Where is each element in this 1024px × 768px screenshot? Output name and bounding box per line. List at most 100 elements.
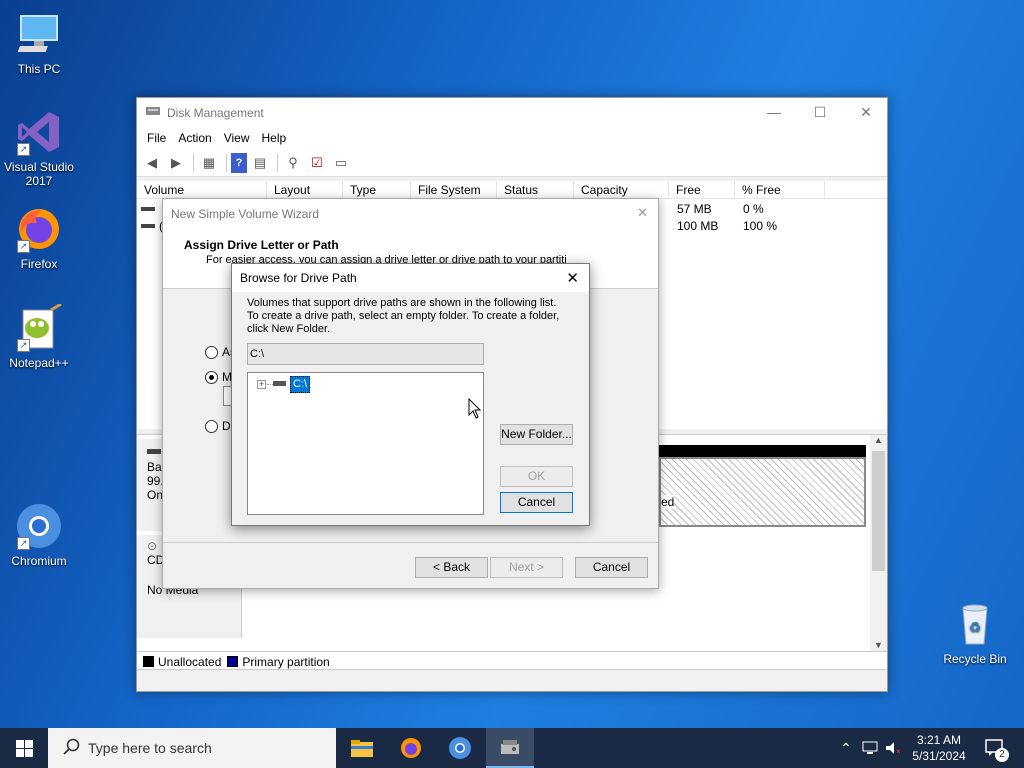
check-icon[interactable]: ☑ [306, 153, 328, 173]
taskbar-search-box[interactable]: Type here to search [48, 728, 336, 768]
new-folder-button[interactable]: New Folder... [500, 424, 573, 445]
shortcut-arrow-icon: ↗ [17, 143, 30, 156]
primary-partition-swatch [227, 656, 239, 667]
visual-studio-icon: ↗ [15, 108, 63, 156]
column-free-space[interactable]: Free Spa... [669, 181, 735, 215]
tray-overflow-chevron-icon[interactable]: ⌃ [836, 728, 856, 768]
notepadpp-icon: ↗ [15, 302, 63, 352]
search-icon [62, 738, 80, 759]
column-type[interactable]: Type [343, 181, 411, 198]
clock-date: 5/31/2024 [912, 749, 966, 763]
legend: Unallocated Primary partition [137, 651, 887, 671]
connect-icon[interactable]: ⚲ [282, 153, 304, 173]
browse-drive-path-dialog: Browse for Drive Path ✕ Volumes that sup… [231, 263, 590, 526]
folder-tree[interactable]: + C:\ [247, 372, 484, 515]
menu-view[interactable]: View [218, 131, 256, 145]
notification-badge: 2 [995, 748, 1009, 762]
back-button[interactable]: < Back [415, 557, 488, 578]
next-button[interactable]: Next > [490, 557, 563, 578]
action-center-button[interactable]: 2 [978, 728, 1012, 768]
description-line: To create a drive path, select an empty … [247, 310, 560, 322]
selected-path-field: C:\ [247, 343, 484, 365]
tree-item-c-drive[interactable]: C:\ [290, 376, 311, 393]
shortcut-arrow-icon: ↗ [17, 537, 30, 550]
clock[interactable]: 3:21 AM 5/31/2024 [907, 728, 971, 768]
menu-action[interactable]: Action [172, 131, 217, 145]
disk-icon [147, 449, 161, 454]
properties-icon[interactable]: ▦ [198, 153, 220, 173]
partition-block[interactable]: ed [659, 457, 866, 527]
maximize-button[interactable]: ☐ [797, 98, 843, 127]
mouse-cursor [468, 397, 482, 423]
desktop-icon-label: Chromium [11, 554, 67, 568]
volume-muted-icon[interactable]: × [883, 728, 905, 768]
disk-management-icon [501, 740, 519, 754]
firefox-icon: ↗ [15, 205, 63, 253]
list-icon[interactable]: ▭ [330, 153, 352, 173]
desktop-icon-visual-studio[interactable]: ↗ Visual Studio 2017 [1, 108, 77, 188]
column-percent-free[interactable]: % Free [735, 181, 825, 198]
desktop-icon-notepadpp[interactable]: ↗ Notepad++ [1, 302, 77, 370]
minimize-button[interactable]: — [751, 98, 797, 127]
start-button[interactable] [0, 728, 48, 768]
legend-primary-partition: Primary partition [242, 654, 330, 669]
taskbar-file-explorer[interactable] [338, 728, 386, 768]
column-volume[interactable]: Volume [137, 181, 267, 198]
browse-close-icon[interactable]: ✕ [566, 269, 579, 287]
svg-text:♻: ♻ [969, 619, 982, 635]
browse-cancel-button[interactable]: Cancel [500, 492, 573, 513]
desktop-icon-firefox[interactable]: ↗ Firefox [1, 205, 77, 271]
wizard-close-icon[interactable]: ✕ [637, 205, 648, 221]
close-button[interactable]: ✕ [843, 98, 889, 127]
shortcut-arrow-icon: ↗ [17, 339, 30, 352]
chromium-icon [449, 737, 471, 759]
taskbar-chromium[interactable] [436, 728, 484, 768]
column-status[interactable]: Status [497, 181, 574, 198]
taskbar-disk-management[interactable] [486, 728, 534, 768]
scroll-down-icon[interactable]: ▼ [870, 640, 887, 650]
view-icon[interactable]: ▤ [249, 153, 271, 173]
menu-bar: File Action View Help [137, 127, 887, 149]
percent-free-cell: 100 % [743, 219, 778, 233]
taskbar-firefox[interactable] [387, 728, 435, 768]
vertical-scrollbar[interactable]: ▲ ▼ [870, 435, 887, 652]
shortcut-arrow-icon: ↗ [17, 240, 30, 253]
browse-title: Browse for Drive Path [232, 264, 589, 292]
forward-arrow-icon[interactable]: ▶ [165, 153, 187, 173]
menu-help[interactable]: Help [256, 131, 293, 145]
column-capacity[interactable]: Capacity [574, 181, 669, 198]
back-arrow-icon[interactable]: ◀ [141, 153, 163, 173]
folder-icon [351, 740, 373, 757]
wizard-cancel-button[interactable]: Cancel [575, 557, 648, 578]
percent-free-cell: 0 % [743, 202, 764, 216]
windows-icon [15, 739, 33, 757]
radio-assign-letter[interactable] [205, 345, 218, 359]
help-icon[interactable]: ? [231, 152, 247, 173]
ok-button[interactable]: OK [500, 466, 573, 487]
expand-icon[interactable]: + [257, 380, 266, 389]
desktop-icon-label: Firefox [20, 257, 58, 271]
radio-mount-folder[interactable] [205, 370, 218, 384]
clock-time: 3:21 AM [916, 733, 962, 747]
desktop-icon-chromium[interactable]: ↗ Chromium [1, 502, 77, 568]
partition-bar [659, 445, 866, 457]
column-layout[interactable]: Layout [267, 181, 343, 198]
chromium-icon: ↗ [15, 502, 63, 550]
drive-icon [273, 381, 286, 386]
drive-icon [141, 207, 155, 211]
scroll-up-icon[interactable]: ▲ [870, 435, 887, 445]
desktop-icon-label: Notepad++ [9, 356, 69, 370]
firefox-icon [401, 738, 421, 758]
radio-do-not-assign[interactable] [205, 419, 218, 433]
taskbar: Type here to search ⌃ × 3:21 AM 5/31/202… [0, 728, 1024, 768]
scroll-thumb[interactable] [872, 451, 885, 571]
wizard-title: New Simple Volume Wizard [163, 199, 658, 229]
drive-icon [141, 224, 155, 228]
desktop-icon-this-pc[interactable]: This PC [1, 10, 77, 76]
column-file-system[interactable]: File System [411, 181, 497, 198]
menu-file[interactable]: File [141, 131, 172, 145]
network-icon[interactable] [859, 728, 881, 768]
window-title: Disk Management [167, 105, 264, 120]
desktop-icon-recycle-bin[interactable]: ♻ Recycle Bin [937, 600, 1013, 666]
legend-unallocated: Unallocated [158, 654, 222, 669]
